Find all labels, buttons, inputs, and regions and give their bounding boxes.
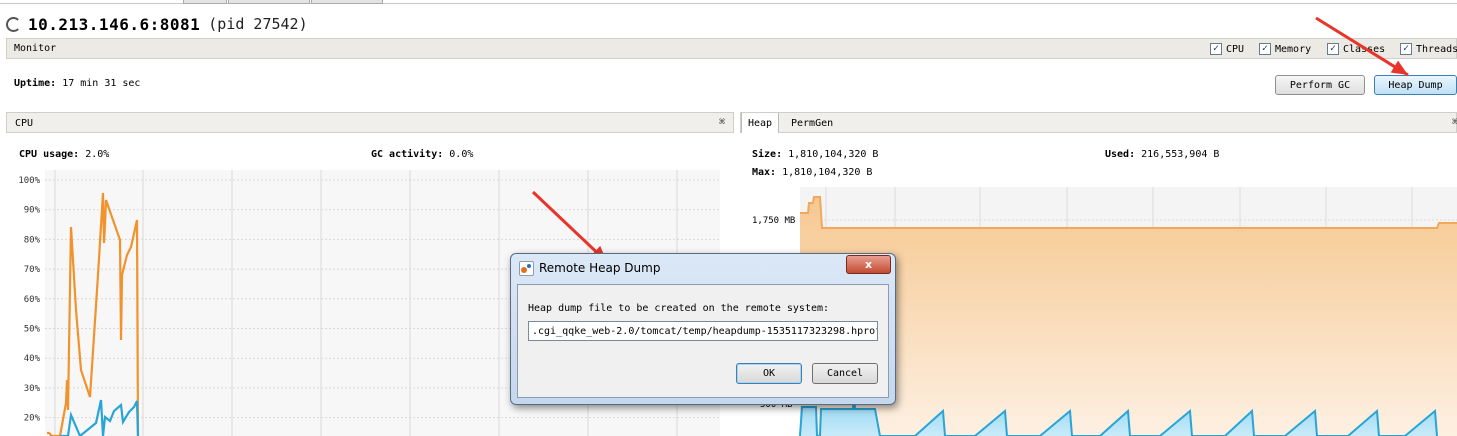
close-button[interactable]: x [846, 255, 891, 274]
dialog-message: Heap dump file to be created on the remo… [528, 303, 830, 314]
heap-dump-path-field[interactable]: .cgi_qqke_web-2.0/tomcat/temp/heapdump-1… [528, 321, 878, 341]
remote-heap-dump-dialog: Remote Heap Dump x Heap dump file to be … [510, 253, 896, 405]
arrowhead-icon [1390, 60, 1408, 75]
cancel-button[interactable]: Cancel [812, 363, 878, 384]
ok-button[interactable]: OK [736, 363, 802, 384]
java-app-icon [519, 261, 534, 276]
annotation-arrow [1315, 16, 1409, 77]
dialog-body: Heap dump file to be created on the remo… [517, 284, 889, 398]
dialog-title: Remote Heap Dump [539, 261, 661, 275]
